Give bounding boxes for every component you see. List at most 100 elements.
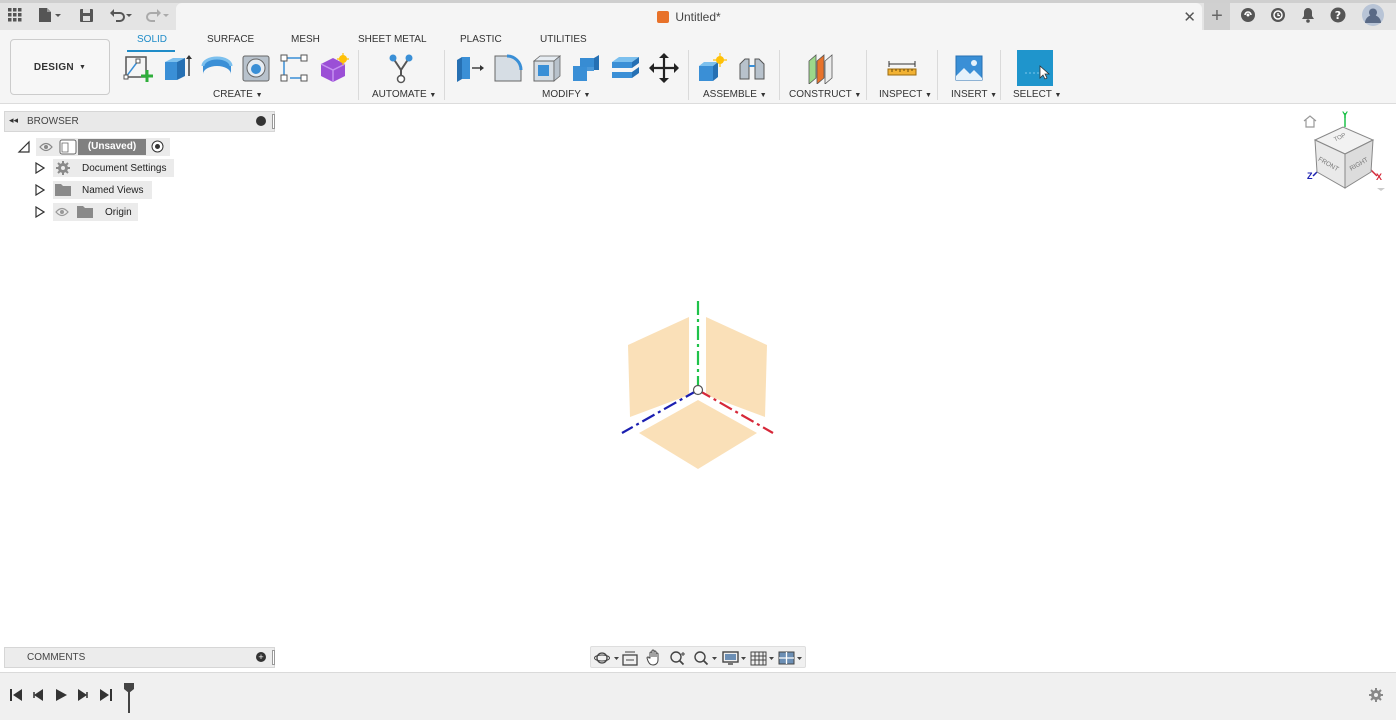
assemble-menu-label: ASSEMBLE <box>703 89 757 100</box>
job-status-icon[interactable] <box>1268 5 1288 25</box>
modify-menu-label: MODIFY <box>542 89 581 100</box>
pattern-icon[interactable] <box>278 52 310 84</box>
close-tab-icon[interactable]: ✕ <box>1183 8 1196 26</box>
extrude-icon[interactable] <box>161 52 193 84</box>
tab-utilities[interactable]: UTILITIES <box>540 34 587 45</box>
new-tab-button[interactable]: + <box>1204 3 1230 30</box>
help-icon[interactable]: ? <box>1328 5 1348 25</box>
play-icon[interactable] <box>54 688 68 702</box>
undo-icon[interactable] <box>107 5 135 25</box>
document-title-text: Untitled* <box>675 10 721 24</box>
insert-menu[interactable]: INSERT ▼ <box>951 89 997 100</box>
shell-icon[interactable] <box>531 52 563 84</box>
chevron-down-icon: ▼ <box>255 92 263 99</box>
view-cube-axis-y: Y <box>1342 110 1349 120</box>
grid-settings-icon[interactable] <box>750 650 776 666</box>
zoom-icon[interactable] <box>669 650 687 666</box>
group-divider <box>779 50 780 100</box>
add-comment-icon[interactable]: + <box>256 652 266 662</box>
display-settings-icon[interactable] <box>722 650 748 666</box>
save-icon[interactable] <box>77 5 95 25</box>
tab-sheet-metal[interactable]: SHEET METAL <box>358 34 427 45</box>
create-form-icon[interactable] <box>317 52 349 84</box>
automate-menu-label: AUTOMATE <box>372 89 427 100</box>
tab-plastic[interactable]: PLASTIC <box>460 34 502 45</box>
inspect-menu[interactable]: INSPECT ▼ <box>879 89 932 100</box>
expand-triangle-icon[interactable] <box>35 162 45 174</box>
collapse-triangle-icon[interactable] <box>17 140 31 154</box>
pan-hand-icon[interactable] <box>646 649 662 666</box>
move-copy-icon[interactable] <box>648 52 680 84</box>
viewports-icon[interactable] <box>778 650 804 666</box>
apps-grid-icon[interactable] <box>6 5 24 25</box>
insert-image-icon[interactable] <box>953 52 985 84</box>
construct-menu-label: CONSTRUCT <box>789 89 852 100</box>
fit-zoom-icon[interactable] <box>693 650 719 666</box>
chevron-down-icon: ▼ <box>854 92 862 99</box>
user-avatar[interactable] <box>1361 3 1385 27</box>
chevron-down-icon: ▼ <box>759 92 767 99</box>
select-tool-icon[interactable] <box>1017 50 1053 86</box>
joint-icon[interactable] <box>736 52 768 84</box>
automate-icon[interactable] <box>385 52 417 84</box>
panel-resize-handle[interactable] <box>272 114 275 129</box>
chevron-down-icon: ▼ <box>924 92 932 99</box>
comments-panel-header[interactable]: COMMENTS + <box>4 647 275 668</box>
hole-icon[interactable] <box>240 52 272 84</box>
revolve-icon[interactable] <box>201 52 233 84</box>
measure-icon[interactable] <box>886 52 918 84</box>
step-forward-icon[interactable] <box>76 688 90 702</box>
extensions-icon[interactable] <box>1238 5 1258 25</box>
notifications-bell-icon[interactable] <box>1298 5 1318 25</box>
select-menu[interactable]: SELECT ▼ <box>1013 89 1061 100</box>
press-pull-icon[interactable] <box>453 52 485 84</box>
skip-to-end-icon[interactable] <box>99 688 113 702</box>
fillet-icon[interactable] <box>492 52 524 84</box>
expand-triangle-icon[interactable] <box>35 184 45 196</box>
workspace-label: DESIGN <box>33 61 74 73</box>
timeline-settings-gear-icon[interactable] <box>1368 687 1384 703</box>
app-bar: Untitled* ✕ + ? <box>0 0 1396 30</box>
step-back-icon[interactable] <box>31 688 45 702</box>
chevron-down-icon: ▼ <box>1054 92 1062 99</box>
orbit-icon[interactable] <box>594 650 620 666</box>
create-menu[interactable]: CREATE ▼ <box>213 89 263 100</box>
minus-circle-icon[interactable] <box>256 116 266 126</box>
assemble-menu[interactable]: ASSEMBLE ▼ <box>703 89 767 100</box>
new-component-icon[interactable] <box>696 52 728 84</box>
document-settings-label: Document Settings <box>82 163 167 174</box>
expand-triangle-icon[interactable] <box>35 206 45 218</box>
activate-radio-icon[interactable] <box>151 140 164 153</box>
tab-mesh[interactable]: MESH <box>291 34 320 45</box>
group-divider <box>358 50 359 100</box>
automate-menu[interactable]: AUTOMATE ▼ <box>372 89 436 100</box>
modify-menu[interactable]: MODIFY ▼ <box>542 89 590 100</box>
visibility-eye-icon[interactable] <box>55 207 69 217</box>
create-sketch-icon[interactable] <box>122 52 154 84</box>
view-cube[interactable]: Y Z X TOP FRONT RIGHT <box>1305 110 1390 195</box>
fusion-window: Untitled* ✕ + ? DESIGN ▼ SOLID SURFACE M… <box>0 0 1396 720</box>
construct-menu[interactable]: CONSTRUCT ▼ <box>789 89 861 100</box>
chevron-down-icon: ▼ <box>583 92 591 99</box>
group-divider <box>444 50 445 100</box>
chevron-down-icon: ▼ <box>990 92 998 99</box>
file-menu-icon[interactable] <box>36 5 64 25</box>
panel-resize-handle[interactable] <box>272 650 275 665</box>
skip-to-start-icon[interactable] <box>9 688 23 702</box>
timeline-marker[interactable] <box>122 681 136 713</box>
document-tab[interactable]: Untitled* ✕ <box>176 3 1202 30</box>
group-divider <box>937 50 938 100</box>
workspace-switcher-button[interactable]: DESIGN ▼ <box>10 39 110 95</box>
origin-planes-graphic <box>621 301 774 469</box>
visibility-eye-icon[interactable] <box>39 142 53 152</box>
redo-icon[interactable] <box>143 5 171 25</box>
tab-solid[interactable]: SOLID <box>137 34 167 45</box>
offset-face-icon[interactable] <box>609 52 641 84</box>
look-at-icon[interactable] <box>622 650 638 666</box>
inspect-menu-label: INSPECT <box>879 89 923 100</box>
collapse-panel-icon[interactable]: ◂◂ <box>9 115 18 126</box>
combine-icon[interactable] <box>570 52 602 84</box>
tab-surface[interactable]: SURFACE <box>207 34 254 45</box>
browser-panel-header[interactable]: ◂◂ BROWSER <box>4 111 275 132</box>
offset-plane-icon[interactable] <box>805 52 837 85</box>
